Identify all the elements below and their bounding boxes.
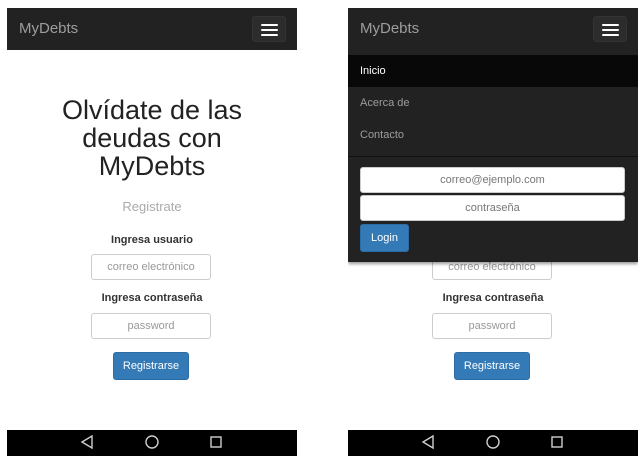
password-label: Ingresa contraseña (442, 292, 544, 304)
hero-title-line-2: deudas con (82, 123, 222, 153)
brand-link[interactable]: MyDebts (19, 20, 78, 37)
menu-item-label: Inicio (360, 65, 386, 77)
hero-title-line-1: Olvídate de las (61, 95, 243, 125)
menu-item-inicio[interactable]: Inicio (348, 55, 638, 87)
phone-screen-right: Ingresa contraseña Registrarse MyDebts I… (348, 0, 638, 456)
android-nav-bar (348, 430, 638, 456)
menu-item-label: Acerca de (360, 97, 410, 109)
navbar: MyDebts (7, 8, 297, 50)
hamburger-menu-button[interactable] (252, 16, 286, 42)
hero-title-line-3: MyDebts (98, 151, 206, 181)
hamburger-menu-button[interactable] (593, 16, 627, 42)
menu-item-acerca-de[interactable]: Acerca de (348, 87, 638, 119)
recents-icon[interactable] (550, 434, 564, 450)
login-button[interactable]: Login (360, 224, 409, 252)
login-email-input[interactable] (360, 167, 625, 193)
back-icon[interactable] (421, 434, 435, 450)
menu-divider (348, 156, 638, 157)
register-button[interactable]: Registrarse (454, 352, 530, 380)
email-field[interactable] (91, 254, 211, 280)
hamburger-bar (261, 34, 278, 36)
hamburger-bar (261, 24, 278, 26)
password-label: Ingresa contraseña (101, 292, 203, 304)
phone-screen-left: MyDebts Olvídate de las deudas con MyDeb… (7, 0, 297, 456)
recents-icon[interactable] (209, 434, 223, 450)
hamburger-bar (602, 24, 619, 26)
hamburger-bar (261, 29, 278, 31)
hamburger-bar (602, 29, 619, 31)
brand-link[interactable]: MyDebts (360, 20, 419, 37)
password-field[interactable] (432, 313, 552, 339)
android-nav-bar (7, 430, 297, 456)
hero-subtitle: Registrate (122, 199, 182, 214)
password-field[interactable] (91, 313, 211, 339)
hamburger-bar (602, 34, 619, 36)
home-icon[interactable] (485, 434, 501, 450)
back-icon[interactable] (80, 434, 94, 450)
home-icon[interactable] (144, 434, 160, 450)
menu-item-contacto[interactable]: Contacto (348, 119, 638, 151)
login-password-input[interactable] (360, 195, 625, 221)
menu-item-label: Contacto (360, 129, 405, 141)
navbar: MyDebts (348, 8, 638, 50)
user-label: Ingresa usuario (111, 234, 193, 246)
register-button[interactable]: Registrarse (113, 352, 189, 380)
hero-title: Olvídate de las deudas con MyDebts (7, 96, 297, 180)
collapsed-nav-menu: Inicio Acerca de Contacto Login (348, 50, 638, 262)
